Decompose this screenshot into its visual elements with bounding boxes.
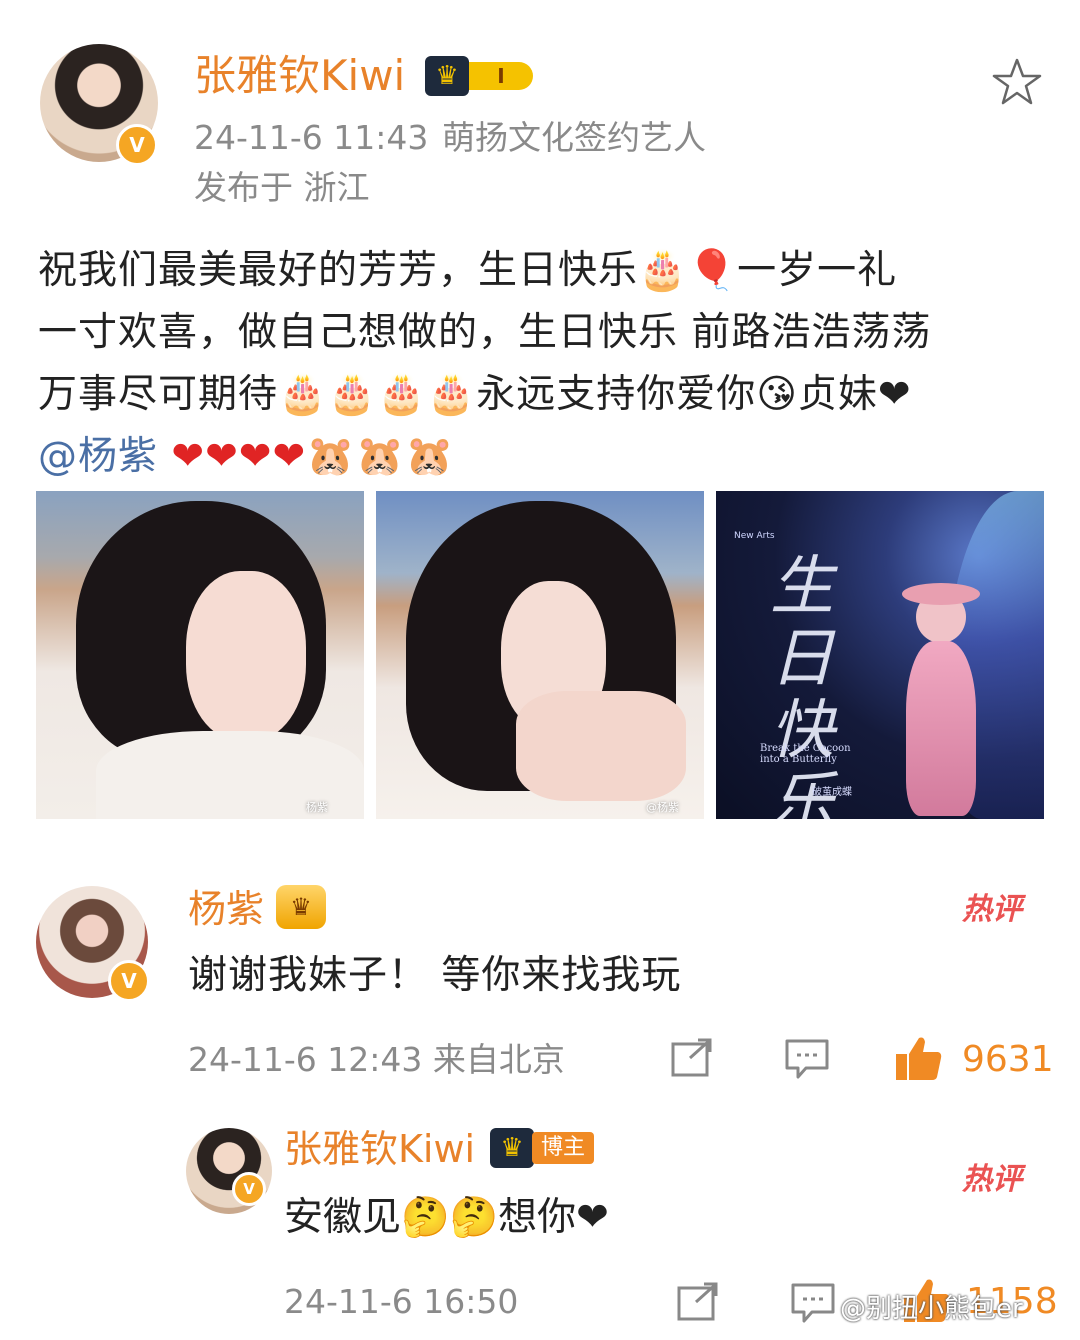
star-icon[interactable] <box>990 56 1044 110</box>
post-photo-1[interactable]: 杨紫 <box>36 491 364 819</box>
comment-1-like-count: 9631 <box>962 1039 1054 1080</box>
comment-1-share-icon[interactable] <box>670 1038 714 1078</box>
mention-link[interactable]: @杨紫 <box>38 434 158 479</box>
comment-2-crown-icon: ♛ <box>490 1128 534 1168</box>
comment-1-hot-label: 热评 <box>962 892 1022 927</box>
post-photo-2[interactable]: @杨紫 <box>376 491 704 819</box>
comment-2-blogger-badge: ♛ 博主 <box>490 1128 598 1168</box>
poster-corner: New Arts <box>734 531 775 541</box>
comment-1-like-icon[interactable] <box>894 1034 944 1082</box>
comment-2-time: 24-11-6 16:50 <box>284 1282 519 1321</box>
comment-1-text: 谢谢我妹子！ 等你来找我玩 <box>188 953 682 998</box>
level-badge: ♛ I <box>425 56 537 96</box>
crown-icon: ♛ <box>425 56 469 96</box>
poster-cn-subtitle: 破茧成蝶 <box>812 787 852 798</box>
comment-2-share-icon[interactable] <box>676 1282 720 1322</box>
post-location: 发布于 浙江 <box>194 168 370 207</box>
post-line-2: 一寸欢喜，做自己想做的，生日快乐 前路浩浩荡荡 <box>38 310 932 355</box>
verified-icon: V <box>116 124 158 166</box>
post-timestamp: 24-11-6 11:43 <box>194 118 429 157</box>
level-label: I <box>469 62 533 90</box>
comment-1-verified-icon: V <box>108 960 150 1002</box>
post-photo-3[interactable]: New Arts 生日快乐 Break the Cocoon into a Bu… <box>716 491 1044 819</box>
comment-1-author[interactable]: 杨紫 <box>188 886 264 932</box>
poster-title: 生日快乐 <box>770 550 834 819</box>
comment-2-comment-icon[interactable] <box>790 1282 836 1324</box>
mention-emoji: ❤❤❤❤🐹🐹🐹 <box>171 434 455 479</box>
poster-subtitle: Break the Cocoon into a Butterfly <box>760 743 851 765</box>
author-name[interactable]: 张雅钦Kiwi <box>194 50 405 102</box>
comment-2-verified-icon: V <box>232 1172 266 1206</box>
comment-1-comment-icon[interactable] <box>784 1038 830 1080</box>
post-line-3: 万事尽可期待🎂🎂🎂🎂永远支持你爱你😘贞妹❤ <box>38 372 912 417</box>
mention-line: @杨紫 ❤❤❤❤🐹🐹🐹 <box>38 426 455 487</box>
comment-2-author[interactable]: 张雅钦Kiwi <box>284 1126 475 1172</box>
comment-2-hot-label: 热评 <box>962 1162 1022 1197</box>
comment-2-text: 安徽见🤔🤔想你❤ <box>284 1195 609 1240</box>
photo-1-watermark: 杨紫 <box>306 801 328 814</box>
post-line-1: 祝我们最美最好的芳芳，生日快乐🎂🎈一岁一礼 <box>38 248 898 293</box>
photo-2-watermark: @杨紫 <box>646 801 679 814</box>
comment-1-crown-icon: ♛ <box>276 885 326 929</box>
comment-1-time: 24-11-6 12:43 来自北京 <box>188 1040 565 1079</box>
post-affiliation: 萌扬文化签约艺人 <box>442 118 706 157</box>
comment-2-tag: 博主 <box>532 1132 594 1164</box>
site-watermark: @别扭小熊包er <box>840 1294 1023 1324</box>
